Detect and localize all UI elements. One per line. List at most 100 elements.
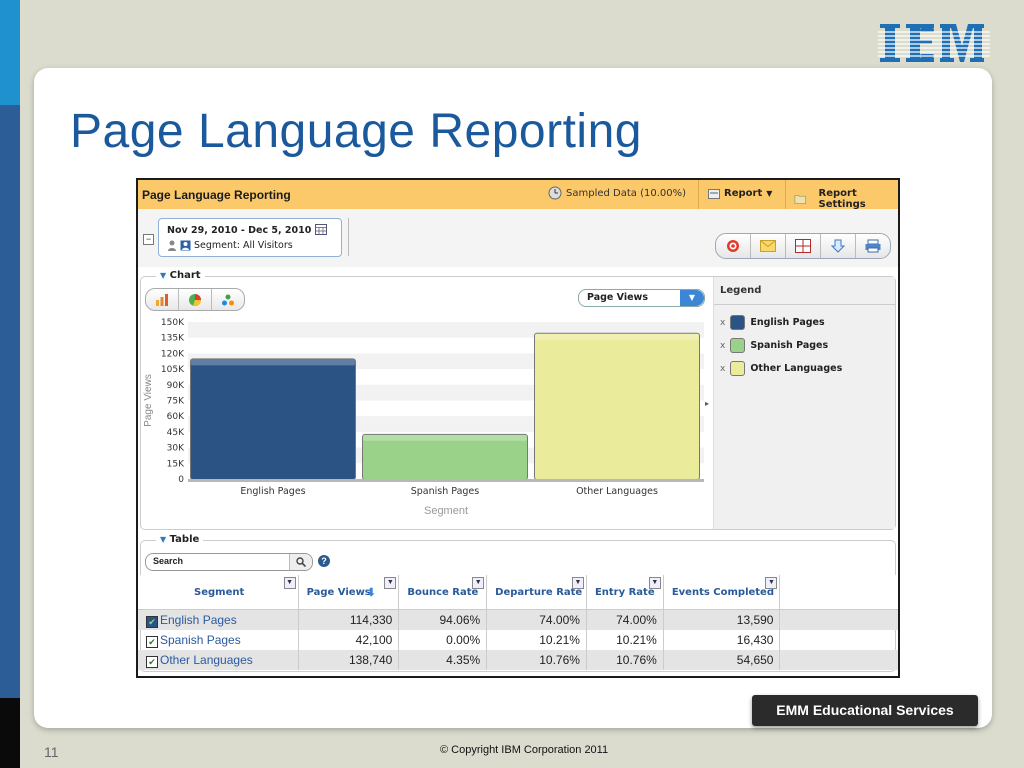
- legend-swatch: [730, 315, 746, 330]
- events-completed-cell: 54,650: [663, 650, 781, 670]
- remove-series-icon[interactable]: x: [720, 318, 725, 328]
- remove-series-icon[interactable]: x: [720, 341, 725, 351]
- column-header-empty: [779, 575, 898, 610]
- column-menu-icon[interactable]: ▼: [472, 577, 485, 589]
- entry-rate-cell: 10.76%: [586, 650, 664, 670]
- column-header-entry-rate[interactable]: Entry Rate ▼: [586, 575, 664, 610]
- left-accent-bar-top: [0, 0, 20, 105]
- search-placeholder: Search: [153, 556, 184, 566]
- header-divider: [698, 180, 699, 209]
- column-header-departure-rate[interactable]: Departure Rate ▼: [486, 575, 587, 610]
- events-completed-cell: 16,430: [663, 630, 781, 650]
- header-divider: [785, 180, 786, 209]
- search-button[interactable]: [289, 554, 312, 570]
- column-menu-icon[interactable]: ▼: [384, 577, 397, 589]
- table-search-input[interactable]: Search: [145, 553, 313, 571]
- checkbox-checked-icon[interactable]: ✔: [146, 615, 158, 628]
- print-button[interactable]: [856, 234, 890, 258]
- help-icon[interactable]: ?: [318, 555, 330, 567]
- user-icon: [168, 240, 176, 251]
- bar-chart-button[interactable]: [146, 289, 179, 310]
- bar-highlight: [363, 434, 527, 441]
- table-row[interactable]: ✔ Other Languages 138,740 4.35% 10.76% 10…: [138, 650, 898, 670]
- column-header-page-views[interactable]: Page Views ⬇ ▼: [298, 575, 400, 610]
- calendar-icon[interactable]: [314, 224, 327, 235]
- page-views-bar-chart: 0 15K 30K 45K 60K 75K 90K 105K 120K 135K 150K Page …: [143, 318, 704, 517]
- column-menu-icon[interactable]: ▼: [648, 577, 661, 589]
- pie-chart-icon: [189, 293, 201, 306]
- date-segment-selector[interactable]: Nov 29, 2010 - Dec 5, 2010 Segment: All …: [158, 218, 342, 257]
- bar-other-languages: [535, 333, 699, 479]
- collapse-toggle[interactable]: −: [143, 234, 154, 245]
- x-category-label: Other Languages: [576, 486, 658, 497]
- table-view-button[interactable]: [786, 234, 821, 258]
- entry-rate-cell: 74.00%: [586, 609, 664, 630]
- table-section-label: Table: [169, 534, 200, 545]
- legend-title: Legend: [720, 285, 762, 296]
- report-menu-button[interactable]: Report ▼: [708, 188, 772, 199]
- left-accent-bar-bottom: [0, 698, 20, 768]
- segment-cell[interactable]: ✔ English Pages: [138, 609, 299, 630]
- y-tick-label: 45K: [167, 428, 185, 438]
- column-menu-icon[interactable]: ▼: [283, 577, 296, 589]
- search-icon: [296, 557, 306, 567]
- column-header-events-completed[interactable]: Events Completed ▼: [663, 575, 781, 610]
- report-settings-button[interactable]: Report Settings: [794, 188, 898, 210]
- table-row[interactable]: ✔ Spanish Pages 42,100 0.00% 10.21% 10.21…: [138, 630, 898, 650]
- column-menu-icon[interactable]: ▼: [765, 577, 778, 589]
- bar-spanish-pages: [363, 434, 527, 479]
- segment-cell[interactable]: ✔ Other Languages: [138, 650, 299, 670]
- legend-item-english[interactable]: x English Pages: [720, 315, 825, 330]
- entry-rate-cell: 10.21%: [586, 630, 664, 650]
- copyright-notice: © Copyright IBM Corporation 2011: [440, 744, 609, 756]
- chevron-down-icon: ▼: [680, 290, 704, 306]
- events-completed-cell: 13,590: [663, 609, 781, 630]
- y-tick-label: 90K: [167, 381, 185, 391]
- legend-item-spanish[interactable]: x Spanish Pages: [720, 338, 828, 353]
- y-tick-label: 0: [178, 475, 184, 485]
- legend-item-other[interactable]: x Other Languages: [720, 361, 842, 376]
- sampled-data-indicator[interactable]: Sampled Data (10.00%): [548, 186, 686, 200]
- report-menu-label: Report: [724, 188, 763, 199]
- table-row[interactable]: ✔ English Pages 114,330 94.06% 74.00% 74.…: [138, 609, 898, 630]
- y-tick-label: 105K: [161, 365, 185, 375]
- y-axis-label: Page Views: [143, 374, 154, 427]
- departure-rate-cell: 74.00%: [486, 609, 587, 630]
- bar-english-pages: [191, 359, 355, 479]
- bar-highlight: [535, 333, 699, 340]
- download-button[interactable]: [821, 234, 856, 258]
- pie-chart-button[interactable]: [179, 289, 212, 310]
- column-menu-icon[interactable]: ▼: [571, 577, 584, 589]
- remove-series-icon[interactable]: x: [720, 364, 725, 374]
- cluster-chart-button[interactable]: [212, 289, 244, 310]
- target-button[interactable]: [716, 234, 751, 258]
- report-actions-group: [715, 233, 891, 259]
- empty-cell: [780, 630, 898, 650]
- email-button[interactable]: [751, 234, 786, 258]
- segment-cell[interactable]: ✔ Spanish Pages: [138, 630, 299, 650]
- x-axis-label: Segment: [424, 505, 468, 517]
- page-views-cell: 42,100: [298, 630, 400, 650]
- y-tick-label: 120K: [161, 349, 185, 359]
- legend-swatch: [730, 361, 746, 376]
- x-category-label: Spanish Pages: [411, 486, 480, 497]
- metric-dropdown[interactable]: Page Views ▼: [578, 289, 705, 307]
- checkbox-checked-icon[interactable]: ✔: [146, 635, 158, 648]
- sort-down-arrow-icon[interactable]: ⬇: [367, 586, 376, 599]
- table-header-row: Segment ▼ Page Views ⬇ ▼ Bounce Rate ▼ Depar…: [138, 575, 898, 610]
- left-accent-bar-middle: [0, 105, 20, 698]
- column-header-segment[interactable]: Segment ▼: [138, 575, 299, 610]
- settings-folder-icon: [794, 194, 807, 204]
- y-tick-label: 150K: [161, 318, 185, 328]
- x-axis-base: [188, 479, 704, 482]
- bounce-rate-cell: 4.35%: [398, 650, 488, 670]
- toolbar-divider: [348, 218, 349, 256]
- segment-label: Segment: All Visitors: [167, 240, 293, 251]
- table-section-toggle[interactable]: ▼ Table: [156, 534, 204, 545]
- legend-expand-arrow-icon[interactable]: ▸: [705, 399, 709, 408]
- checkbox-checked-icon[interactable]: ✔: [146, 655, 158, 668]
- column-header-bounce-rate[interactable]: Bounce Rate ▼: [398, 575, 488, 610]
- chart-section-toggle[interactable]: ▼ Chart: [156, 270, 205, 281]
- report-title: Page Language Reporting: [142, 188, 291, 202]
- departure-rate-cell: 10.76%: [486, 650, 587, 670]
